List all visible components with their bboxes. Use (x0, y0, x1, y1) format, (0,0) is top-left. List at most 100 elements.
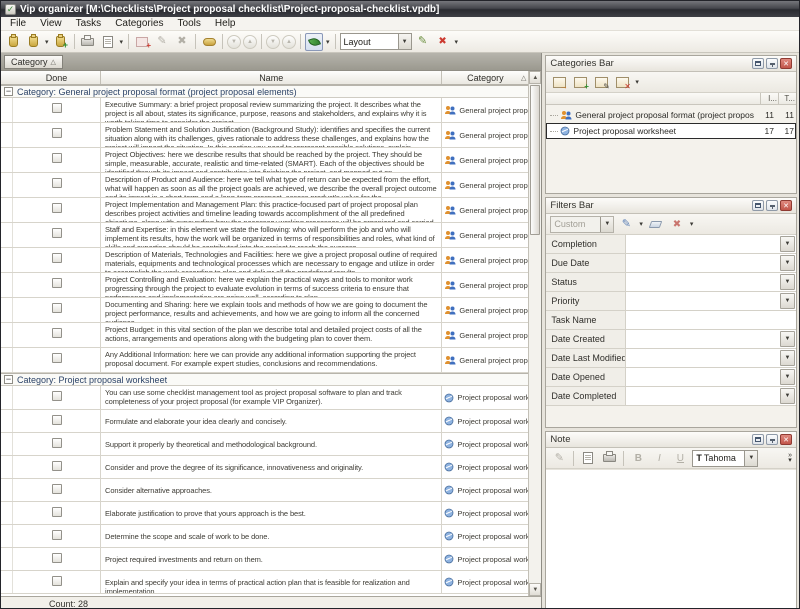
pin-panel-button[interactable] (766, 434, 778, 445)
done-checkbox[interactable] (52, 507, 62, 517)
table-row[interactable]: Any Additional Information: here we can … (1, 348, 528, 373)
filter-value-field[interactable] (626, 387, 779, 405)
print-preview-button[interactable] (99, 33, 117, 51)
done-checkbox[interactable] (52, 103, 62, 113)
done-checkbox[interactable] (52, 576, 62, 586)
add-category-button[interactable]: → (550, 73, 568, 91)
group-by-category-chip[interactable]: Category △ (4, 55, 63, 69)
menu-help[interactable]: Help (208, 17, 243, 31)
table-row[interactable]: Project required investments and return … (1, 548, 528, 571)
collapse-group-icon[interactable]: − (4, 87, 13, 96)
done-checkbox[interactable] (52, 303, 62, 313)
new-database-button[interactable] (4, 33, 22, 51)
layout-combobox[interactable]: Layout ▼ (340, 33, 412, 50)
done-checkbox[interactable] (52, 461, 62, 471)
done-checkbox[interactable] (52, 553, 62, 563)
done-checkbox[interactable] (52, 391, 62, 401)
undock-panel-button[interactable] (752, 58, 764, 69)
filter-value-field[interactable] (626, 292, 779, 310)
done-checkbox[interactable] (52, 530, 62, 540)
name-column-header[interactable]: Name (101, 71, 442, 84)
menu-tools[interactable]: Tools (171, 17, 208, 31)
categories-list-item[interactable]: Project proposal worksheet 17 17 (546, 123, 796, 139)
layout-group-options-icon[interactable]: ▾ (455, 38, 459, 46)
close-panel-button[interactable]: ✕ (780, 200, 792, 211)
table-row[interactable]: Project Budget: in this vital section of… (1, 323, 528, 348)
menu-file[interactable]: File (3, 17, 33, 31)
filter-value-field[interactable] (626, 349, 779, 367)
close-panel-button[interactable]: ✕ (780, 434, 792, 445)
close-panel-button[interactable]: ✕ (780, 58, 792, 69)
categories-toolbar-options-icon[interactable]: ▾ (635, 78, 639, 86)
open-database-menu-arrow-icon[interactable]: ▾ (45, 38, 49, 46)
menu-categories[interactable]: Categories (108, 17, 170, 31)
table-row[interactable]: Problem Statement and Solution Justifica… (1, 123, 528, 148)
table-row[interactable]: Elaborate justification to prove that yo… (1, 502, 528, 525)
done-checkbox[interactable] (52, 278, 62, 288)
note-print-button[interactable] (600, 449, 618, 467)
toolbar-overflow-button[interactable]: » ▾ (788, 453, 792, 463)
filters-toolbar-options-icon[interactable]: ▾ (690, 220, 694, 228)
pin-panel-button[interactable] (766, 200, 778, 211)
category-group-row[interactable]: − Category: Project proposal worksheet (1, 373, 528, 386)
done-checkbox[interactable] (52, 484, 62, 494)
table-row[interactable]: Staff and Expertise: in this element we … (1, 223, 528, 248)
filter-dropdown-button[interactable]: ▼ (780, 388, 795, 404)
table-row[interactable]: Documenting and Sharing: here we explain… (1, 298, 528, 323)
open-database-button[interactable] (24, 33, 42, 51)
table-row[interactable]: Project Implementation and Management Pl… (1, 198, 528, 223)
filter-value-field[interactable] (626, 311, 796, 329)
table-row[interactable]: You can use some checklist management to… (1, 386, 528, 410)
collapse-group-icon[interactable]: − (4, 375, 13, 384)
categories-count-column-2[interactable]: T... (778, 93, 796, 104)
filter-value-field[interactable] (626, 368, 779, 386)
table-row[interactable]: Executive Summary: a brief project propo… (1, 98, 528, 123)
show-notes-toggle-button[interactable] (305, 33, 323, 51)
edit-category-button[interactable]: ✎ (592, 73, 610, 91)
menu-view[interactable]: View (33, 17, 69, 31)
font-combobox-arrow-icon[interactable]: ▼ (744, 451, 757, 466)
scroll-down-button[interactable]: ▼ (529, 583, 541, 596)
table-row[interactable]: Formulate and elaborate your idea clearl… (1, 410, 528, 433)
table-row[interactable]: Description of Product and Audience: her… (1, 173, 528, 198)
font-combobox[interactable]: T Tahoma ▼ (692, 450, 758, 467)
layout-combobox-arrow-icon[interactable]: ▼ (398, 34, 411, 49)
done-checkbox[interactable] (52, 415, 62, 425)
table-row[interactable]: Consider and prove the degree of its sig… (1, 456, 528, 479)
delete-layout-button[interactable]: ✖ (434, 33, 452, 51)
complete-task-button[interactable] (200, 33, 218, 51)
filter-value-field[interactable] (626, 235, 779, 253)
done-checkbox[interactable] (52, 178, 62, 188)
filter-dropdown-button[interactable]: ▼ (780, 236, 795, 252)
scrollbar-thumb[interactable] (530, 85, 540, 235)
save-layout-button[interactable]: ✎ (414, 33, 432, 51)
done-checkbox[interactable] (52, 228, 62, 238)
done-column-header[interactable]: Done (13, 71, 101, 84)
filter-dropdown-button[interactable]: ▼ (780, 369, 795, 385)
categories-list-item[interactable]: General project proposal format (project… (546, 107, 796, 123)
category-column-header[interactable]: Category △ (442, 71, 528, 84)
done-checkbox[interactable] (52, 353, 62, 363)
filter-dropdown-button[interactable]: ▼ (780, 350, 795, 366)
table-row[interactable]: Support it properly by theoretical and m… (1, 433, 528, 456)
done-checkbox[interactable] (52, 328, 62, 338)
menu-tasks[interactable]: Tasks (69, 17, 109, 31)
add-subcategory-button[interactable]: + (571, 73, 589, 91)
note-preview-button[interactable] (579, 449, 597, 467)
filter-dropdown-button[interactable]: ▼ (780, 274, 795, 290)
table-row[interactable]: Consider alternative approaches. Project… (1, 479, 528, 502)
done-checkbox[interactable] (52, 128, 62, 138)
table-row[interactable]: Explain and specify your idea in terms o… (1, 571, 528, 594)
table-row[interactable]: Description of Materials, Technologies a… (1, 248, 528, 273)
filter-value-field[interactable] (626, 330, 779, 348)
category-group-row[interactable]: − Category: General project proposal for… (1, 85, 528, 98)
table-row[interactable]: Project Controlling and Evaluation: here… (1, 273, 528, 298)
done-checkbox[interactable] (52, 438, 62, 448)
grid-vertical-scrollbar[interactable]: ▲ ▼ (528, 71, 541, 596)
table-row[interactable]: Project Objectives: here we describe res… (1, 148, 528, 173)
scrollbar-track[interactable] (529, 236, 541, 583)
table-row[interactable]: Determine the scope and scale of work to… (1, 525, 528, 548)
filter-dropdown-button[interactable]: ▼ (780, 255, 795, 271)
title-bar[interactable]: ✓ Vip organizer [M:\Checklists\Project p… (1, 1, 799, 17)
done-checkbox[interactable] (52, 253, 62, 263)
